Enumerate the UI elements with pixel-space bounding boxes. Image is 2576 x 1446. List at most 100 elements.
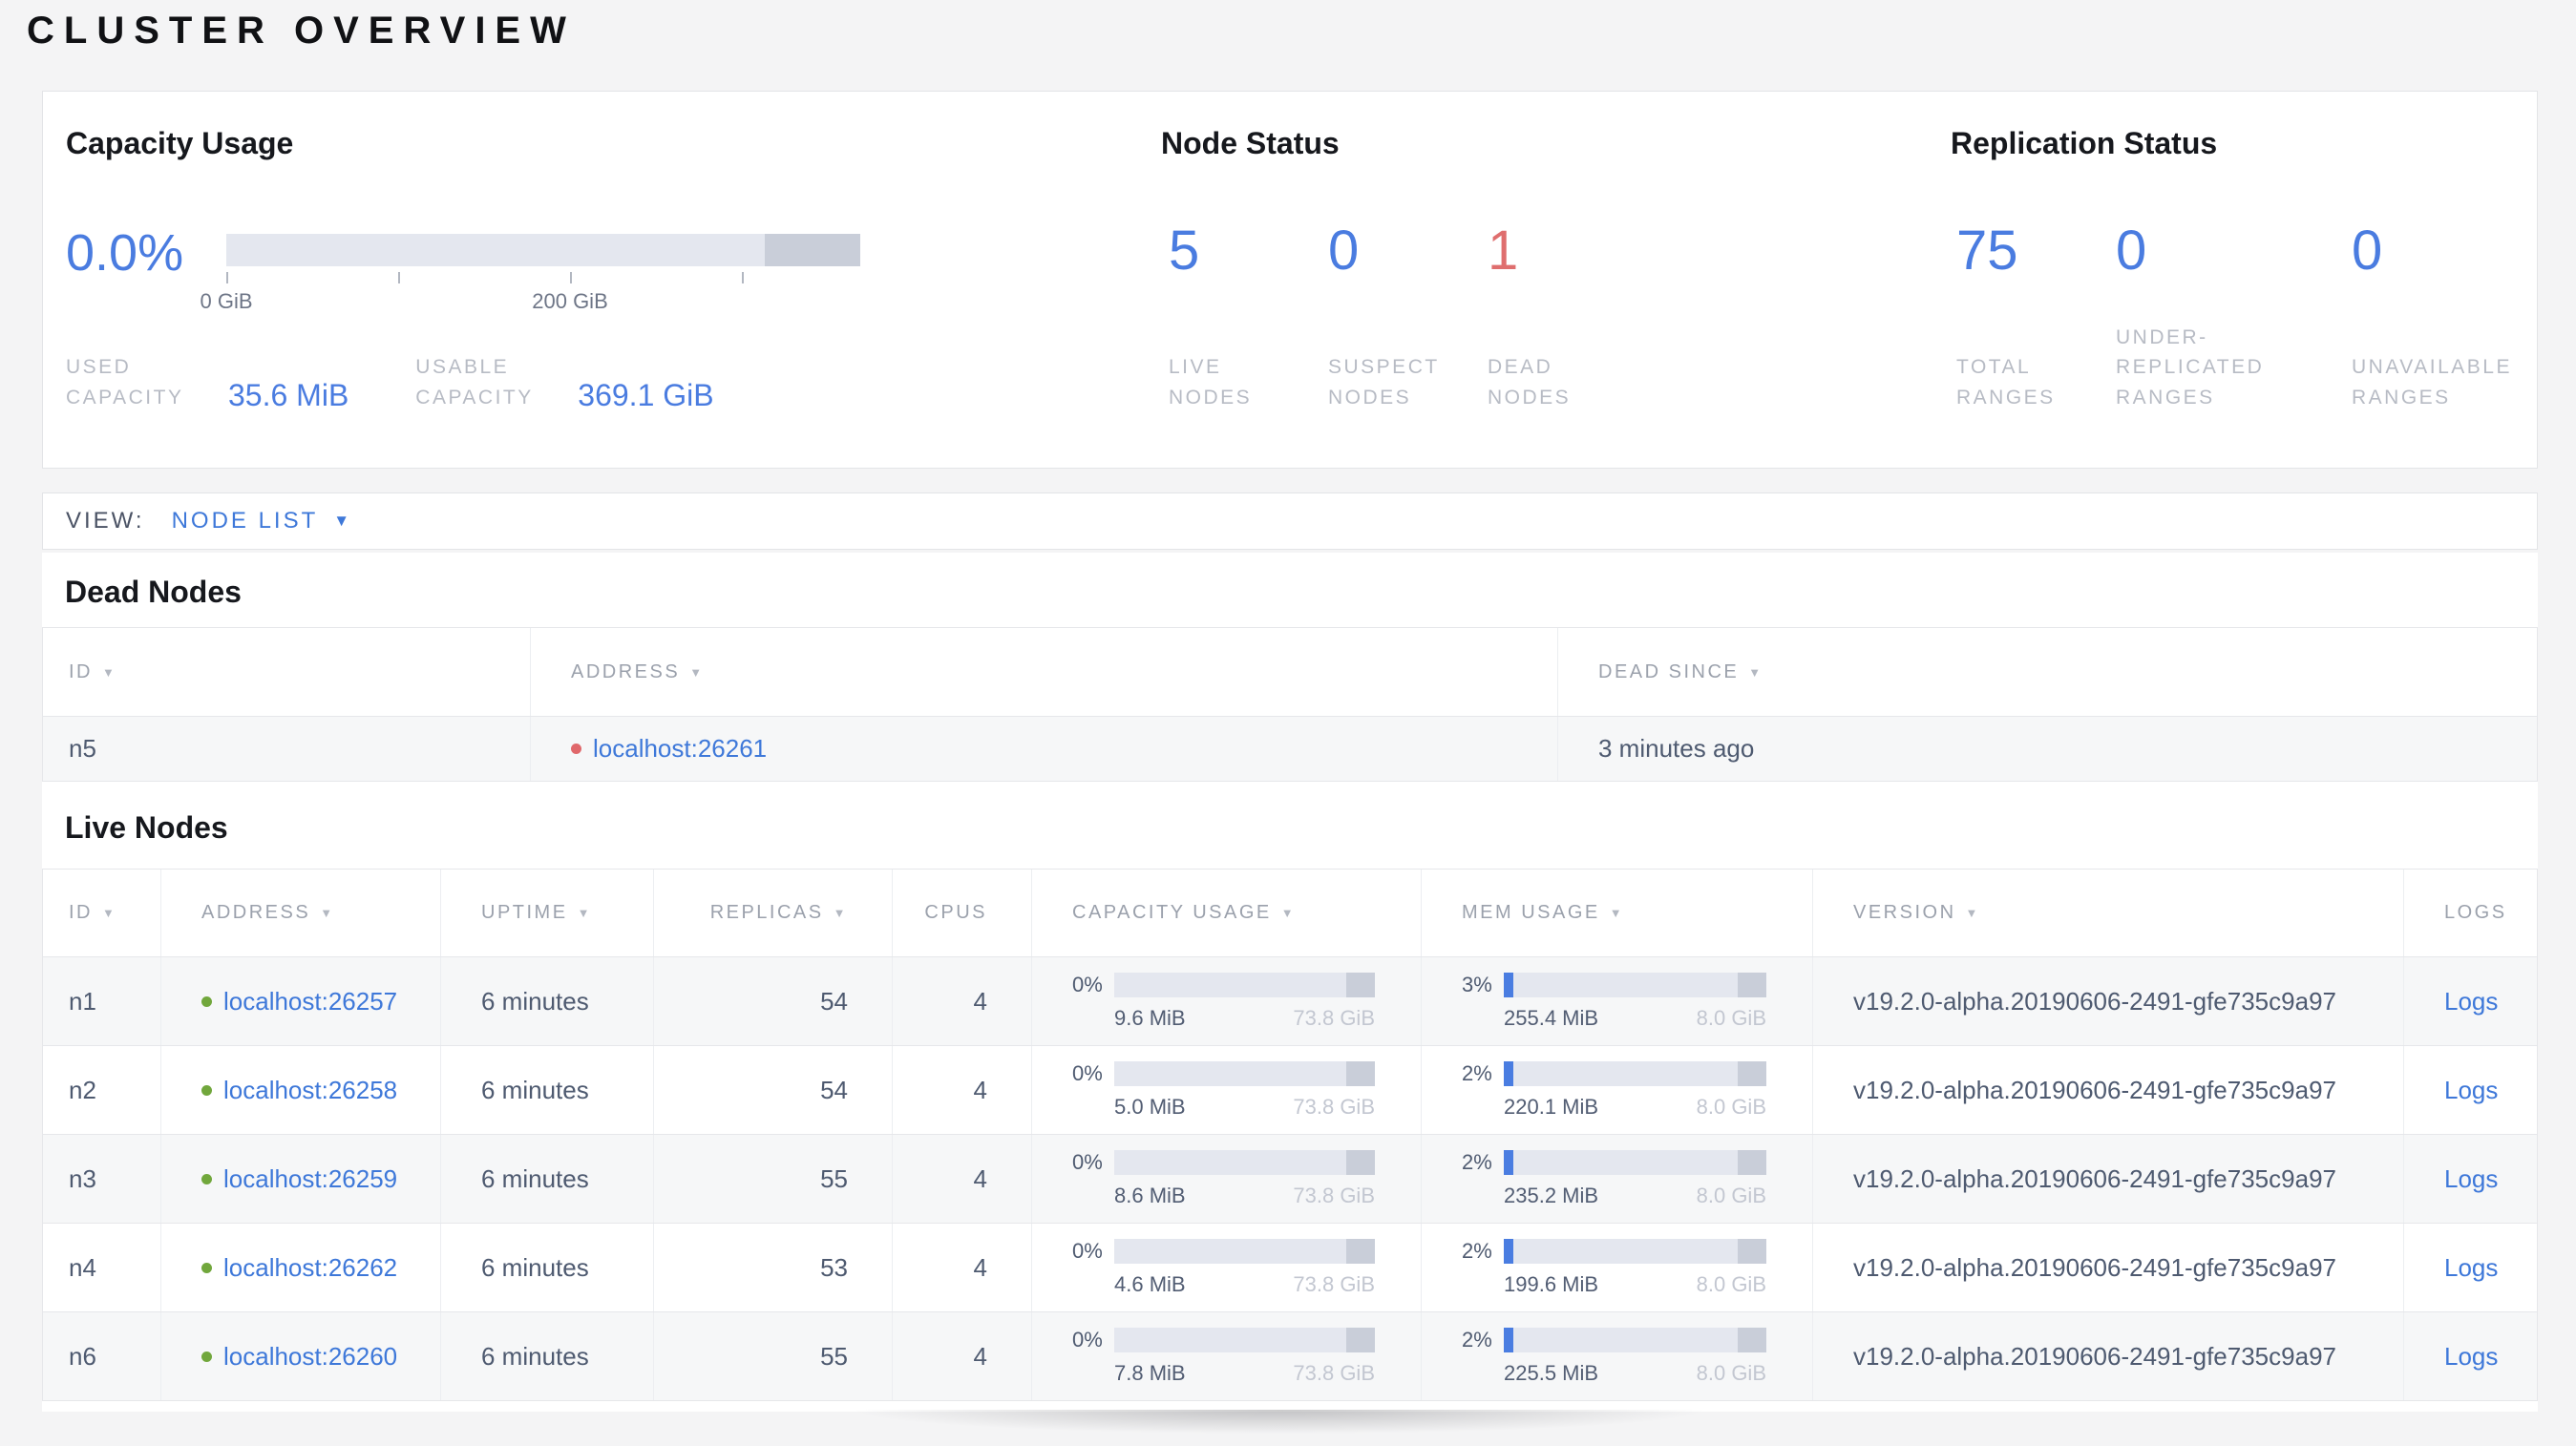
mem-usage-cell: 2% 220.1 MiB 8.0 GiB — [1422, 1046, 1813, 1134]
total-ranges-count: 75 — [1956, 220, 2018, 282]
column-header-replicas[interactable]: REPLICAS ▼ — [654, 870, 893, 956]
version-cell: v19.2.0-alpha.20190606-2491-gfe735c9a97 — [1813, 1135, 2404, 1223]
capacity-meter-bar — [1114, 972, 1375, 997]
unavailable-ranges-label: UNAVAILABLE RANGES — [2352, 356, 2512, 409]
capacity-usage-cell: 0% 4.6 MiB 73.8 GiB — [1032, 1224, 1422, 1311]
mem-usage-cell: 2% 235.2 MiB 8.0 GiB — [1422, 1135, 1813, 1223]
total-ranges-stat: 75 TOTAL RANGES — [1956, 223, 2116, 412]
cpus-cell: 4 — [893, 957, 1032, 1045]
live-nodes-stat: 5 LIVE NODES — [1169, 223, 1328, 412]
sort-arrow-icon: ▼ — [1965, 906, 1980, 920]
live-node-row: n2 localhost:26258 6 minutes 54 4 0% 5.0… — [43, 1046, 2537, 1135]
dead-nodes-stat: 1 DEAD NODES — [1488, 223, 1647, 412]
mem-meter-used — [1504, 1238, 1513, 1264]
capacity-meter-reserved — [1345, 972, 1375, 997]
column-header-uptime[interactable]: UPTIME ▼ — [441, 870, 654, 956]
node-id-cell: n3 — [43, 1135, 161, 1223]
column-header-label: MEM USAGE — [1462, 902, 1600, 923]
dead-node-row: n5 localhost:26261 3 minutes ago — [43, 717, 2537, 782]
mem-total-value: 8.0 GiB — [1696, 1360, 1766, 1385]
uptime-cell: 6 minutes — [441, 1312, 654, 1400]
column-header-label: CAPACITY USAGE — [1072, 902, 1272, 923]
node-id-cell: n2 — [43, 1046, 161, 1134]
capacity-percent-label: 0% — [1072, 1238, 1103, 1263]
node-address-cell: localhost:26262 — [161, 1224, 441, 1311]
column-header-address[interactable]: ADDRESS ▼ — [531, 628, 1558, 716]
logs-link[interactable]: Logs — [2444, 1164, 2498, 1194]
column-header-cpus[interactable]: CPUS — [893, 870, 1032, 956]
node-address-link[interactable]: localhost:26259 — [223, 1164, 397, 1194]
mem-used-value: 199.6 MiB — [1504, 1271, 1599, 1296]
logs-link[interactable]: Logs — [2444, 1342, 2498, 1372]
node-address-cell: localhost:26258 — [161, 1046, 441, 1134]
suspect-nodes-label: SUSPECT NODES — [1328, 356, 1440, 409]
uptime-cell: 6 minutes — [441, 1046, 654, 1134]
capacity-meter-bar — [1114, 1327, 1375, 1352]
column-header-mem-usage[interactable]: MEM USAGE ▼ — [1422, 870, 1813, 956]
node-id-cell: n5 — [43, 717, 531, 781]
dead-since-cell: 3 minutes ago — [1598, 734, 1755, 763]
node-address-link[interactable]: localhost:26260 — [223, 1342, 397, 1372]
node-address-link[interactable]: localhost:26258 — [223, 1076, 397, 1105]
capacity-percent-label: 0% — [1072, 972, 1103, 996]
logs-link[interactable]: Logs — [2444, 1253, 2498, 1283]
mem-meter-used — [1504, 1060, 1513, 1086]
under-replicated-ranges-label: UNDER-REPLICATED RANGES — [2116, 325, 2265, 409]
capacity-meter-reserved — [1345, 1060, 1375, 1086]
logs-cell: Logs — [2404, 1312, 2537, 1400]
sort-arrow-icon: ▼ — [1609, 906, 1625, 920]
sort-arrow-icon: ▼ — [102, 664, 117, 680]
uptime-cell: 6 minutes — [441, 957, 654, 1045]
replicas-cell: 53 — [654, 1224, 893, 1311]
column-header-id[interactable]: ID ▼ — [43, 870, 161, 956]
mem-total-value: 8.0 GiB — [1696, 1005, 1766, 1030]
node-status-title: Node Status — [1161, 126, 1340, 160]
node-address-link[interactable]: localhost:26257 — [223, 987, 397, 1016]
column-header-version[interactable]: VERSION ▼ — [1813, 870, 2404, 956]
capacity-meter-reserved — [1345, 1327, 1375, 1352]
capacity-used-value: 7.8 MiB — [1114, 1360, 1186, 1385]
bottom-scroll-shadow — [726, 1410, 1833, 1446]
logs-link[interactable]: Logs — [2444, 987, 2498, 1016]
logs-link[interactable]: Logs — [2444, 1076, 2498, 1105]
mem-used-value: 235.2 MiB — [1504, 1183, 1599, 1207]
mem-total-value: 8.0 GiB — [1696, 1183, 1766, 1207]
logs-cell: Logs — [2404, 957, 2537, 1045]
node-address-link[interactable]: localhost:26261 — [593, 734, 767, 764]
live-node-row: n4 localhost:26262 6 minutes 53 4 0% 4.6… — [43, 1224, 2537, 1312]
capacity-usage-cell: 0% 5.0 MiB 73.8 GiB — [1032, 1046, 1422, 1134]
logs-cell: Logs — [2404, 1046, 2537, 1134]
node-address-link[interactable]: localhost:26262 — [223, 1253, 397, 1283]
capacity-usage-title: Capacity Usage — [66, 126, 294, 160]
under-replicated-ranges-stat: 0 UNDER-REPLICATED RANGES — [2116, 223, 2352, 412]
sort-arrow-icon: ▼ — [320, 906, 335, 920]
chevron-down-icon: ▼ — [333, 512, 353, 530]
version-cell: v19.2.0-alpha.20190606-2491-gfe735c9a97 — [1813, 1312, 2404, 1400]
live-nodes-heading: Live Nodes — [65, 810, 228, 845]
column-header-capacity-usage[interactable]: CAPACITY USAGE ▼ — [1032, 870, 1422, 956]
node-id-cell: n6 — [43, 1312, 161, 1400]
mem-usage-cell: 2% 225.5 MiB 8.0 GiB — [1422, 1312, 1813, 1400]
view-dropdown[interactable]: NODE LIST ▼ — [172, 508, 353, 534]
column-header-address[interactable]: ADDRESS ▼ — [161, 870, 441, 956]
axis-tick — [570, 272, 572, 283]
capacity-meter-reserved — [1345, 1149, 1375, 1175]
suspect-nodes-count: 0 — [1328, 220, 1360, 282]
column-header-id[interactable]: ID ▼ — [43, 628, 531, 716]
capacity-usage-percent: 0.0% — [66, 224, 184, 282]
cpus-cell: 4 — [893, 1046, 1032, 1134]
replicas-cell: 55 — [654, 1312, 893, 1400]
node-address-cell: localhost:26259 — [161, 1135, 441, 1223]
live-status-dot-icon — [201, 1173, 212, 1184]
mem-meter-reserved — [1737, 1327, 1766, 1352]
dead-nodes-table: ID ▼ ADDRESS ▼ DEAD SINCE ▼ n5 localhost… — [42, 627, 2538, 782]
replication-status-stats: 75 TOTAL RANGES 0 UNDER-REPLICATED RANGE… — [1956, 223, 2552, 412]
column-header-dead-since[interactable]: DEAD SINCE ▼ — [1558, 628, 2537, 716]
used-capacity-value: 35.6 MiB — [228, 378, 349, 412]
dead-nodes-header-row: ID ▼ ADDRESS ▼ DEAD SINCE ▼ — [43, 628, 2537, 717]
column-header-label: CPUS — [924, 902, 987, 923]
capacity-usage-bar-chart: 0 GiB 200 GiB — [200, 234, 860, 313]
usable-capacity-label: USABLE CAPACITY — [415, 356, 534, 409]
live-nodes-header-row: ID ▼ ADDRESS ▼ UPTIME ▼ REPLICAS ▼ CPUS … — [43, 870, 2537, 957]
cluster-summary-card: Capacity Usage 0.0% 0 GiB 200 GiB USED C… — [42, 91, 2538, 469]
